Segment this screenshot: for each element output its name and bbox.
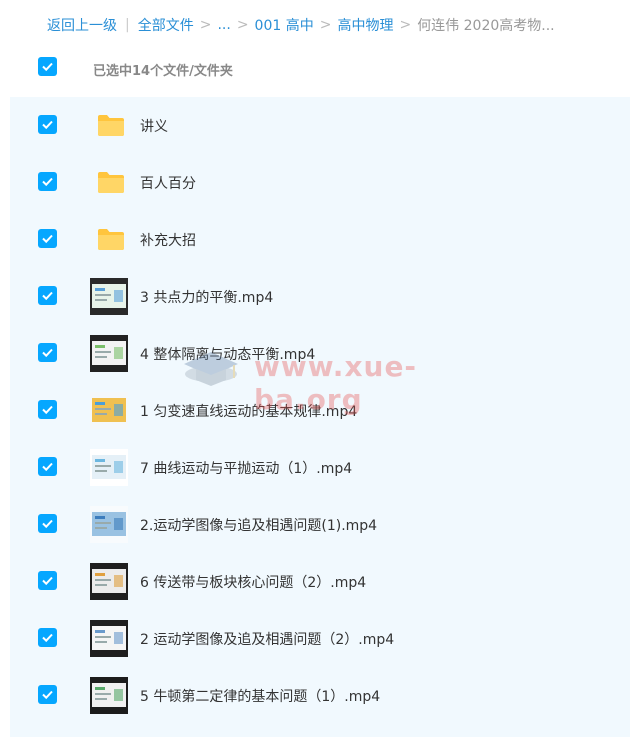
breadcrumb-current: 何连伟 2020高考物... bbox=[417, 18, 555, 34]
folder-icon bbox=[98, 115, 124, 136]
file-name[interactable]: 2.运动学图像与追及相遇问题(1).mp4 bbox=[140, 515, 377, 535]
file-row[interactable]: 2.运动学图像与追及相遇问题(1).mp4 bbox=[10, 496, 630, 553]
row-checkbox[interactable] bbox=[38, 685, 57, 704]
folder-row[interactable]: 补充大招 bbox=[10, 211, 630, 268]
row-checkbox[interactable] bbox=[38, 514, 57, 533]
file-row[interactable]: 7 曲线运动与平抛运动（1）.mp4 bbox=[10, 439, 630, 496]
file-row[interactable]: 3 共点力的平衡.mp4 bbox=[10, 268, 630, 325]
file-name[interactable]: 2 运动学图像及追及相遇问题（2）.mp4 bbox=[140, 629, 394, 649]
file-name[interactable]: 4 整体隔离与动态平衡.mp4 bbox=[140, 344, 315, 364]
video-thumbnail bbox=[90, 392, 128, 429]
breadcrumb-level-2[interactable]: 高中物理 bbox=[337, 15, 393, 35]
check-icon bbox=[42, 348, 53, 358]
video-thumbnail bbox=[90, 335, 128, 372]
back-link[interactable]: 返回上一级 bbox=[47, 15, 117, 35]
file-row[interactable]: 2 运动学图像及追及相遇问题（2）.mp4 bbox=[10, 610, 630, 667]
file-row[interactable]: 1 匀变速直线运动的基本规律.mp4 bbox=[10, 382, 630, 439]
chevron-right-icon: > bbox=[236, 17, 249, 33]
video-thumbnail bbox=[90, 677, 128, 714]
chevron-right-icon: > bbox=[319, 17, 332, 33]
breadcrumb-level-1[interactable]: 001 高中 bbox=[255, 15, 314, 35]
row-checkbox[interactable] bbox=[38, 172, 57, 191]
row-checkbox[interactable] bbox=[38, 457, 57, 476]
file-row[interactable]: 4 整体隔离与动态平衡.mp4 bbox=[10, 325, 630, 382]
breadcrumb-divider: | bbox=[125, 17, 130, 33]
check-icon bbox=[42, 690, 53, 700]
video-thumbnail bbox=[90, 506, 128, 543]
file-name[interactable]: 1 匀变速直线运动的基本规律.mp4 bbox=[140, 401, 357, 421]
check-icon bbox=[42, 291, 53, 301]
video-thumbnail bbox=[90, 278, 128, 315]
file-name[interactable]: 3 共点力的平衡.mp4 bbox=[140, 287, 273, 307]
file-name[interactable]: 补充大招 bbox=[140, 230, 196, 250]
file-name[interactable]: 百人百分 bbox=[140, 173, 196, 193]
folder-icon bbox=[98, 172, 124, 193]
selection-count-text: 已选中14个文件/文件夹 bbox=[93, 64, 233, 79]
check-icon bbox=[42, 576, 53, 586]
selection-header: 已选中14个文件/文件夹 bbox=[0, 48, 630, 92]
file-name[interactable]: 5 牛顿第二定律的基本问题（1）.mp4 bbox=[140, 686, 380, 706]
check-icon bbox=[42, 633, 53, 643]
row-checkbox[interactable] bbox=[38, 115, 57, 134]
select-all-checkbox[interactable] bbox=[38, 57, 57, 76]
file-row[interactable]: 5 牛顿第二定律的基本问题（1）.mp4 bbox=[10, 667, 630, 724]
row-checkbox[interactable] bbox=[38, 628, 57, 647]
check-icon bbox=[42, 519, 53, 529]
folder-icon bbox=[98, 229, 124, 250]
video-thumbnail bbox=[90, 563, 128, 600]
chevron-right-icon: > bbox=[399, 17, 412, 33]
file-name[interactable]: 7 曲线运动与平抛运动（1）.mp4 bbox=[140, 458, 352, 478]
chevron-right-icon: > bbox=[199, 17, 212, 33]
check-icon bbox=[42, 177, 53, 187]
breadcrumb: 返回上一级 | 全部文件 > ... > 001 高中 > 高中物理 > 何连伟… bbox=[47, 14, 620, 36]
row-checkbox[interactable] bbox=[38, 400, 57, 419]
folder-row[interactable]: 讲义 bbox=[10, 97, 630, 154]
row-checkbox[interactable] bbox=[38, 229, 57, 248]
row-checkbox[interactable] bbox=[38, 343, 57, 362]
folder-row[interactable]: 百人百分 bbox=[10, 154, 630, 211]
file-name[interactable]: 讲义 bbox=[140, 116, 168, 136]
check-icon bbox=[42, 62, 53, 72]
row-checkbox[interactable] bbox=[38, 286, 57, 305]
breadcrumb-all-files[interactable]: 全部文件 bbox=[138, 15, 194, 35]
file-name[interactable]: 6 传送带与板块核心问题（2）.mp4 bbox=[140, 572, 366, 592]
video-thumbnail bbox=[90, 620, 128, 657]
check-icon bbox=[42, 462, 53, 472]
check-icon bbox=[42, 120, 53, 130]
breadcrumb-ellipsis[interactable]: ... bbox=[217, 17, 230, 33]
check-icon bbox=[42, 405, 53, 415]
file-row[interactable]: 6 传送带与板块核心问题（2）.mp4 bbox=[10, 553, 630, 610]
check-icon bbox=[42, 234, 53, 244]
row-checkbox[interactable] bbox=[38, 571, 57, 590]
video-thumbnail bbox=[90, 449, 128, 486]
file-list: 讲义百人百分补充大招 3 共点力的平衡.mp4 4 整体隔离与动态平衡.mp4 1 匀… bbox=[10, 97, 630, 737]
